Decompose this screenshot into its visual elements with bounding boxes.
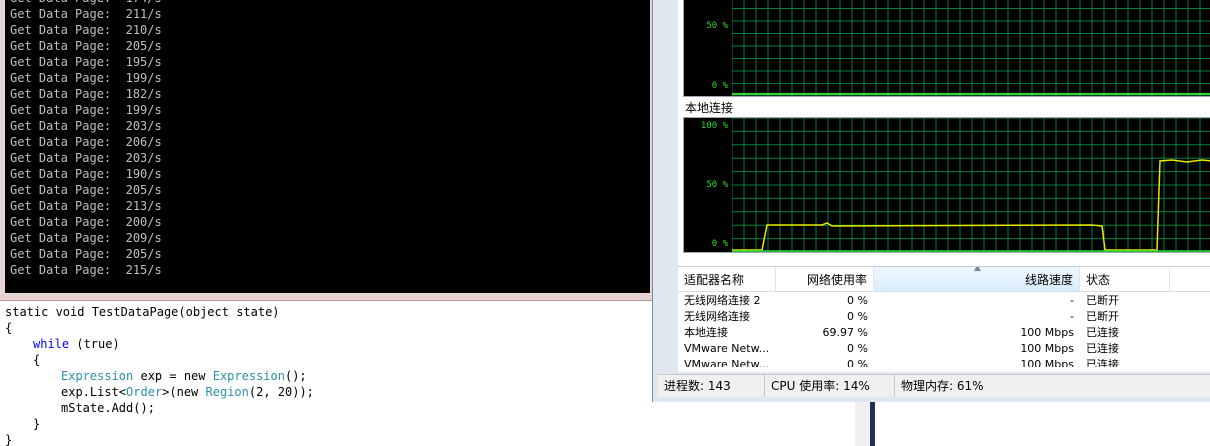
code-line: Expression exp = new Expression(); bbox=[61, 369, 307, 383]
console-line: Get Data Page: 213/s bbox=[10, 199, 162, 213]
cell-name: VMware Netw... bbox=[684, 342, 770, 355]
console-line: Get Data Page: 195/s bbox=[10, 55, 162, 69]
table-row[interactable]: 本地连接 69.97 % 100 Mbps 已连接 bbox=[678, 325, 1210, 341]
console-line: Get Data Page: 203/s bbox=[10, 119, 162, 133]
axis-label-0: 0 % bbox=[711, 239, 728, 249]
console-line: Get Data Page: 210/s bbox=[10, 23, 162, 37]
cell-name: 无线网络连接 2 bbox=[684, 294, 761, 307]
physical-memory: 物理内存: 61% bbox=[894, 375, 1051, 397]
table-row[interactable]: 无线网络连接 2 0 % - 已断开 bbox=[678, 293, 1210, 309]
cell-speed: 100 Mbps bbox=[1020, 358, 1074, 367]
graph-title: 本地连接 bbox=[685, 101, 734, 115]
cell-speed: 100 Mbps bbox=[1020, 342, 1074, 355]
cpu-usage: CPU 使用率: 14% bbox=[764, 375, 895, 397]
column-header-adapter[interactable]: 适配器名称 bbox=[678, 267, 776, 291]
console-line: Get Data Page: 211/s bbox=[10, 7, 162, 21]
console-lines: Get Data Page: 174/sGet Data Page: 211/s… bbox=[10, 0, 162, 278]
console-output: Get Data Page: 174/sGet Data Page: 211/s… bbox=[5, 0, 650, 293]
console-window: Get Data Page: 174/sGet Data Page: 211/s… bbox=[0, 0, 652, 301]
editor-margin bbox=[855, 400, 870, 446]
console-line: Get Data Page: 215/s bbox=[10, 263, 162, 277]
column-header-status[interactable]: 状态 bbox=[1080, 267, 1170, 291]
cell-usage: 0 % bbox=[847, 358, 868, 367]
cell-usage: 69.97 % bbox=[822, 326, 868, 339]
table-row[interactable]: VMware Netw... 0 % 100 Mbps 已连接 bbox=[678, 357, 1210, 367]
column-header-usage[interactable]: 网络使用率 bbox=[776, 267, 874, 291]
console-line: Get Data Page: 205/s bbox=[10, 247, 162, 261]
cell-usage: 0 % bbox=[847, 310, 868, 323]
cell-speed: 100 Mbps bbox=[1020, 326, 1074, 339]
console-line: Get Data Page: 205/s bbox=[10, 39, 162, 53]
cell-status: 已连接 bbox=[1086, 358, 1119, 367]
sort-ascending-icon: ▲ bbox=[974, 266, 981, 273]
axis-label-0: 0 % bbox=[711, 81, 728, 91]
code-line: } bbox=[5, 433, 13, 446]
console-line: Get Data Page: 200/s bbox=[10, 215, 162, 229]
wireless-usage-graph: 50 % 0 % bbox=[683, 0, 1210, 97]
cell-status: 已连接 bbox=[1086, 326, 1119, 339]
table-header: 适配器名称 网络使用率 线路速度 状态 ▲ bbox=[678, 267, 1210, 292]
cell-usage: 0 % bbox=[847, 342, 868, 355]
cell-usage: 0 % bbox=[847, 294, 868, 307]
cell-status: 已连接 bbox=[1086, 342, 1119, 355]
axis-label-100: 100 % bbox=[700, 121, 728, 131]
console-line: Get Data Page: 205/s bbox=[10, 183, 162, 197]
graph-grid bbox=[732, 0, 1210, 96]
code-line: while (true) bbox=[33, 337, 120, 351]
code-line: exp.List<Order>(new Region(2, 20)); bbox=[61, 385, 314, 399]
cell-name: 无线网络连接 bbox=[684, 310, 750, 323]
console-line: Get Data Page: 203/s bbox=[10, 151, 162, 165]
console-line: Get Data Page: 199/s bbox=[10, 71, 162, 85]
console-line: Get Data Page: 199/s bbox=[10, 103, 162, 117]
code-line: { bbox=[5, 321, 13, 335]
cell-speed: - bbox=[1070, 294, 1074, 307]
code-line: } bbox=[33, 417, 41, 431]
console-line: Get Data Page: 182/s bbox=[10, 87, 162, 101]
process-count: 进程数: 143 bbox=[664, 379, 731, 393]
code-line: mState.Add(); bbox=[61, 401, 155, 415]
axis-label-50: 50 % bbox=[706, 21, 728, 31]
table-row[interactable]: VMware Netw... 0 % 100 Mbps 已连接 bbox=[678, 341, 1210, 357]
graph-grid bbox=[732, 118, 1210, 252]
cell-name: VMware Netw... bbox=[684, 358, 770, 367]
console-line: Get Data Page: 209/s bbox=[10, 231, 162, 245]
local-connection-graph: 100 % 50 % 0 % bbox=[683, 117, 1210, 253]
table-row[interactable]: 无线网络连接 0 % - 已断开 bbox=[678, 309, 1210, 325]
cell-status: 已断开 bbox=[1086, 310, 1119, 323]
adapter-table: 适配器名称 网络使用率 线路速度 状态 ▲ 无线网络连接 20 % - 已断开 无线网… bbox=[678, 266, 1210, 367]
status-bar: 进程数: 143 CPU 使用率: 14% 物理内存: 61% bbox=[658, 374, 1210, 397]
cell-status: 已断开 bbox=[1086, 294, 1119, 307]
axis-label-50: 50 % bbox=[706, 180, 728, 190]
cell-name: 本地连接 bbox=[684, 326, 728, 339]
console-line: Get Data Page: 206/s bbox=[10, 135, 162, 149]
code-line: { bbox=[33, 353, 41, 367]
cell-speed: - bbox=[1070, 310, 1074, 323]
task-manager-window: 50 % 0 % 本地连接 100 % 50 % 0 % 适配器名称 网络使用率… bbox=[652, 0, 1210, 402]
code-line: static void TestDataPage(object state) bbox=[5, 305, 280, 319]
taskbar-edge bbox=[870, 400, 875, 446]
console-line: Get Data Page: 190/s bbox=[10, 167, 162, 181]
